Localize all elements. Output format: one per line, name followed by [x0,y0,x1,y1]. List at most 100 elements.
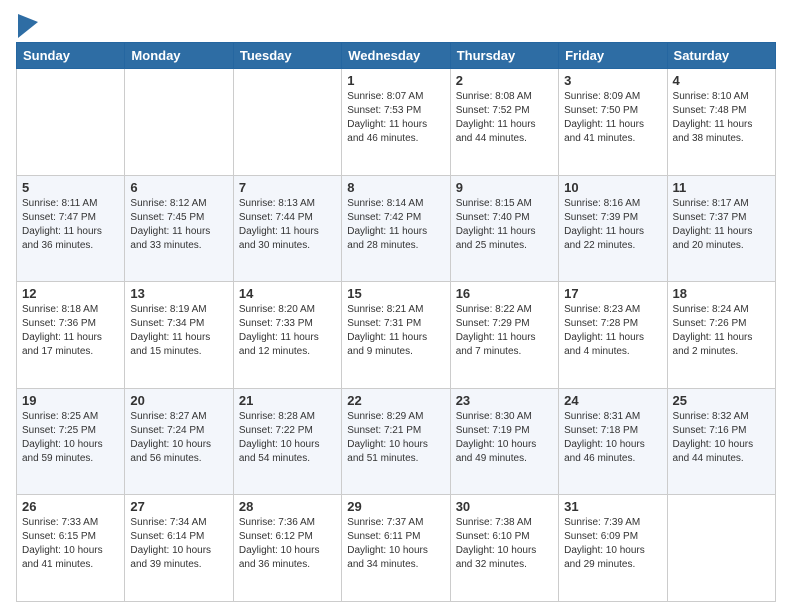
calendar-cell: 18 Sunrise: 8:24 AM Sunset: 7:26 PM Dayli… [667,282,775,389]
calendar-cell: 16 Sunrise: 8:22 AM Sunset: 7:29 PM Dayli… [450,282,558,389]
day-info: Sunrise: 8:21 AM Sunset: 7:31 PM Dayligh… [347,303,444,359]
day-number: 28 [239,499,336,514]
calendar-cell: 24 Sunrise: 8:31 AM Sunset: 7:18 PM Dayli… [559,388,667,495]
day-info: Sunrise: 8:18 AM Sunset: 7:36 PM Dayligh… [22,303,119,359]
calendar-body: 1 Sunrise: 8:07 AM Sunset: 7:53 PM Daylig… [17,69,776,602]
col-sunday: Sunday [17,43,125,69]
day-number: 10 [564,180,661,195]
day-number: 8 [347,180,444,195]
day-number: 20 [130,393,227,408]
day-number: 11 [673,180,770,195]
day-number: 6 [130,180,227,195]
calendar-week-row: 19Sunrise: 8:25 AM Sunset: 7:25 PM Dayli… [17,388,776,495]
day-number: 23 [456,393,553,408]
day-number: 27 [130,499,227,514]
day-number: 4 [673,73,770,88]
day-number: 14 [239,286,336,301]
day-number: 15 [347,286,444,301]
day-number: 1 [347,73,444,88]
day-number: 21 [239,393,336,408]
calendar-week-row: 26 Sunrise: 7:33 AM Sunset: 6:15 PM Dayli… [17,495,776,602]
day-info: Sunrise: 8:32 AM Sunset: 7:16 PM Dayligh… [673,410,770,466]
calendar-cell: 4 Sunrise: 8:10 AM Sunset: 7:48 PM Daylig… [667,69,775,176]
calendar-cell: 13 Sunrise: 8:19 AM Sunset: 7:34 PM Dayli… [125,282,233,389]
calendar-cell: 28Sunrise: 7:36 AM Sunset: 6:12 PM Dayli… [233,495,341,602]
day-info: Sunrise: 8:31 AM Sunset: 7:18 PM Dayligh… [564,410,661,466]
col-tuesday: Tuesday [233,43,341,69]
logo-icon [18,14,38,38]
day-info: Sunrise: 8:11 AM Sunset: 7:47 PM Dayligh… [22,197,119,253]
header-row: Sunday Monday Tuesday Wednesday Thursday… [17,43,776,69]
day-info: Sunrise: 8:09 AM Sunset: 7:50 PM Dayligh… [564,90,661,146]
calendar-cell: 19Sunrise: 8:25 AM Sunset: 7:25 PM Dayli… [17,388,125,495]
day-number: 22 [347,393,444,408]
calendar-cell: 1 Sunrise: 8:07 AM Sunset: 7:53 PM Daylig… [342,69,450,176]
col-monday: Monday [125,43,233,69]
calendar-cell [125,69,233,176]
col-wednesday: Wednesday [342,43,450,69]
day-info: Sunrise: 8:27 AM Sunset: 7:24 PM Dayligh… [130,410,227,466]
calendar-cell: 7Sunrise: 8:13 AM Sunset: 7:44 PM Daylig… [233,175,341,282]
day-number: 24 [564,393,661,408]
day-number: 29 [347,499,444,514]
day-info: Sunrise: 7:34 AM Sunset: 6:14 PM Dayligh… [130,516,227,572]
day-number: 17 [564,286,661,301]
day-number: 25 [673,393,770,408]
calendar-cell [233,69,341,176]
calendar-cell: 25 Sunrise: 8:32 AM Sunset: 7:16 PM Dayli… [667,388,775,495]
day-info: Sunrise: 8:24 AM Sunset: 7:26 PM Dayligh… [673,303,770,359]
calendar-week-row: 1 Sunrise: 8:07 AM Sunset: 7:53 PM Daylig… [17,69,776,176]
calendar-cell: 21 Sunrise: 8:28 AM Sunset: 7:22 PM Dayli… [233,388,341,495]
day-info: Sunrise: 7:39 AM Sunset: 6:09 PM Dayligh… [564,516,661,572]
day-info: Sunrise: 8:28 AM Sunset: 7:22 PM Dayligh… [239,410,336,466]
calendar-cell [17,69,125,176]
calendar-cell: 23 Sunrise: 8:30 AM Sunset: 7:19 PM Dayli… [450,388,558,495]
logo [16,14,38,38]
day-info: Sunrise: 8:13 AM Sunset: 7:44 PM Dayligh… [239,197,336,253]
day-info: Sunrise: 7:33 AM Sunset: 6:15 PM Dayligh… [22,516,119,572]
day-info: Sunrise: 8:30 AM Sunset: 7:19 PM Dayligh… [456,410,553,466]
calendar-cell: 17 Sunrise: 8:23 AM Sunset: 7:28 PM Dayli… [559,282,667,389]
day-number: 2 [456,73,553,88]
day-info: Sunrise: 8:23 AM Sunset: 7:28 PM Dayligh… [564,303,661,359]
calendar-week-row: 12 Sunrise: 8:18 AM Sunset: 7:36 PM Dayli… [17,282,776,389]
day-number: 3 [564,73,661,88]
day-info: Sunrise: 8:16 AM Sunset: 7:39 PM Dayligh… [564,197,661,253]
day-info: Sunrise: 8:14 AM Sunset: 7:42 PM Dayligh… [347,197,444,253]
calendar-cell: 5Sunrise: 8:11 AM Sunset: 7:47 PM Daylig… [17,175,125,282]
day-info: Sunrise: 8:07 AM Sunset: 7:53 PM Dayligh… [347,90,444,146]
day-info: Sunrise: 8:15 AM Sunset: 7:40 PM Dayligh… [456,197,553,253]
day-info: Sunrise: 8:20 AM Sunset: 7:33 PM Dayligh… [239,303,336,359]
day-number: 18 [673,286,770,301]
calendar-cell: 6Sunrise: 8:12 AM Sunset: 7:45 PM Daylig… [125,175,233,282]
calendar-page: Sunday Monday Tuesday Wednesday Thursday… [0,0,792,612]
day-info: Sunrise: 8:17 AM Sunset: 7:37 PM Dayligh… [673,197,770,253]
calendar-cell: 8 Sunrise: 8:14 AM Sunset: 7:42 PM Daylig… [342,175,450,282]
day-info: Sunrise: 8:10 AM Sunset: 7:48 PM Dayligh… [673,90,770,146]
day-number: 26 [22,499,119,514]
calendar-cell: 15 Sunrise: 8:21 AM Sunset: 7:31 PM Dayli… [342,282,450,389]
calendar-cell: 11 Sunrise: 8:17 AM Sunset: 7:37 PM Dayli… [667,175,775,282]
calendar-table: Sunday Monday Tuesday Wednesday Thursday… [16,42,776,602]
day-info: Sunrise: 7:37 AM Sunset: 6:11 PM Dayligh… [347,516,444,572]
calendar-cell: 22 Sunrise: 8:29 AM Sunset: 7:21 PM Dayli… [342,388,450,495]
day-info: Sunrise: 8:19 AM Sunset: 7:34 PM Dayligh… [130,303,227,359]
day-number: 12 [22,286,119,301]
calendar-cell: 12 Sunrise: 8:18 AM Sunset: 7:36 PM Dayli… [17,282,125,389]
calendar-cell: 2Sunrise: 8:08 AM Sunset: 7:52 PM Daylig… [450,69,558,176]
day-number: 13 [130,286,227,301]
calendar-week-row: 5Sunrise: 8:11 AM Sunset: 7:47 PM Daylig… [17,175,776,282]
day-info: Sunrise: 8:25 AM Sunset: 7:25 PM Dayligh… [22,410,119,466]
calendar-cell [667,495,775,602]
calendar-cell: 29 Sunrise: 7:37 AM Sunset: 6:11 PM Dayli… [342,495,450,602]
day-number: 31 [564,499,661,514]
calendar-cell: 14 Sunrise: 8:20 AM Sunset: 7:33 PM Dayli… [233,282,341,389]
day-number: 9 [456,180,553,195]
day-number: 16 [456,286,553,301]
calendar-cell: 30Sunrise: 7:38 AM Sunset: 6:10 PM Dayli… [450,495,558,602]
day-info: Sunrise: 7:38 AM Sunset: 6:10 PM Dayligh… [456,516,553,572]
col-thursday: Thursday [450,43,558,69]
day-info: Sunrise: 8:29 AM Sunset: 7:21 PM Dayligh… [347,410,444,466]
day-info: Sunrise: 8:22 AM Sunset: 7:29 PM Dayligh… [456,303,553,359]
calendar-cell: 20 Sunrise: 8:27 AM Sunset: 7:24 PM Dayli… [125,388,233,495]
